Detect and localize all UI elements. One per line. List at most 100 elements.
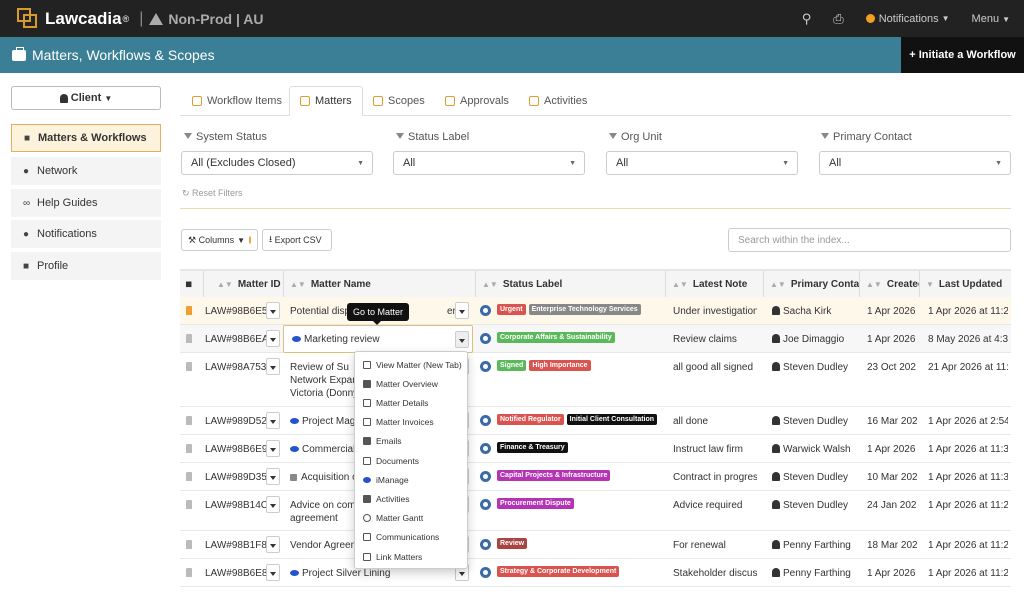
status-badge: Procurement Dispute bbox=[497, 498, 574, 509]
status-label-select[interactable]: All ▼ bbox=[393, 151, 585, 175]
menu-item-documents[interactable]: Documents bbox=[355, 451, 469, 470]
pin-icon[interactable] bbox=[186, 568, 192, 577]
column-header-latest-note[interactable]: ▲▼ Latest Note bbox=[666, 271, 764, 297]
sidebar-item-notifications[interactable]: ● Notifications bbox=[11, 220, 161, 248]
menu-item-matter-invoices[interactable]: Matter Invoices bbox=[355, 413, 469, 432]
matter-id-dropdown-button[interactable] bbox=[266, 358, 280, 375]
columns-button[interactable]: ⚒ Columns ▼ bbox=[181, 229, 258, 251]
gear-icon[interactable] bbox=[480, 333, 491, 344]
matter-name-text[interactable]: Marketing review bbox=[304, 334, 380, 345]
matter-name[interactable]: Potential disp bbox=[290, 305, 350, 318]
matter-name-line[interactable]: Network Expans bbox=[290, 374, 355, 387]
matter-name-line[interactable]: Victoria (Donnyb bbox=[290, 387, 355, 400]
gear-icon[interactable] bbox=[480, 415, 491, 426]
user-icon bbox=[59, 93, 68, 103]
sidebar-item-help-guides[interactable]: ∞ Help Guides bbox=[11, 189, 161, 217]
reset-filters-link[interactable]: ↻ Reset Filters bbox=[182, 188, 243, 199]
menu-item-matter-details[interactable]: Matter Details bbox=[355, 393, 469, 412]
pin-icon[interactable] bbox=[186, 540, 192, 549]
table-row[interactable]: LAW#98B14C Advice on commagreement Procure… bbox=[180, 491, 1011, 531]
matter-id-dropdown-button[interactable] bbox=[266, 536, 280, 553]
tab-matters[interactable]: Matters bbox=[289, 86, 363, 116]
org-unit-select[interactable]: All ▼ bbox=[606, 151, 798, 175]
matter-name[interactable]: Advice on comm bbox=[290, 499, 355, 512]
matter-name[interactable]: Review of Su bbox=[290, 361, 355, 374]
active-indicator bbox=[249, 236, 251, 244]
matter-id-dropdown-button[interactable] bbox=[266, 496, 280, 513]
column-header-status-label[interactable]: ▲▼ Status Label bbox=[476, 271, 666, 297]
tab-scopes[interactable]: Scopes bbox=[363, 86, 435, 116]
menu-item-link-matters[interactable]: Link Matters bbox=[355, 547, 469, 566]
matter-name[interactable]: Acquisition o bbox=[290, 471, 355, 484]
menu-item-activities[interactable]: Activities bbox=[355, 489, 469, 508]
pin-icon[interactable] bbox=[186, 500, 192, 509]
gear-icon[interactable] bbox=[480, 539, 491, 550]
menu-item-matter-overview[interactable]: Matter Overview bbox=[355, 374, 469, 393]
matter-name-cell-active[interactable]: Marketing review bbox=[283, 325, 473, 353]
index-search-input[interactable]: Search within the index... bbox=[728, 228, 1011, 252]
column-header-last-updated[interactable]: ▼ Last Updated bbox=[920, 271, 1011, 297]
pin-icon[interactable] bbox=[186, 416, 192, 425]
matter-id-dropdown-button[interactable] bbox=[266, 440, 280, 457]
matter-id-dropdown-button[interactable] bbox=[266, 468, 280, 485]
table-row[interactable]: LAW#989D52 Project Mage Notified Regulator… bbox=[180, 407, 1011, 435]
system-status-select[interactable]: All (Excludes Closed) ▼ bbox=[181, 151, 373, 175]
gear-icon[interactable] bbox=[480, 471, 491, 482]
pin-icon[interactable] bbox=[186, 444, 192, 453]
menu-item-imanage[interactable]: iManage bbox=[355, 470, 469, 489]
tab-activities[interactable]: Activities bbox=[519, 86, 597, 116]
main-menu[interactable]: Menu ▼ bbox=[972, 13, 1010, 25]
matter-name[interactable]: Vendor Agreem bbox=[290, 539, 355, 552]
menu-item-communications[interactable]: Communications bbox=[355, 528, 469, 547]
matter-id-dropdown-button[interactable] bbox=[266, 330, 280, 347]
status-badges: Corporate Affairs & Sustainability bbox=[497, 332, 615, 343]
pin-column-header[interactable]: ◾ bbox=[180, 271, 204, 297]
table-row[interactable]: LAW#98A753 Review of SuNetwork ExpansVict… bbox=[180, 353, 1011, 407]
column-header-primary-contact[interactable]: ▲▼Primary Contact bbox=[764, 271, 860, 297]
pin-icon[interactable] bbox=[186, 472, 192, 481]
matter-name[interactable]: Commercial bbox=[290, 443, 355, 456]
gear-icon[interactable] bbox=[480, 443, 491, 454]
gear-icon[interactable] bbox=[480, 305, 491, 316]
matter-name[interactable]: Project Mage bbox=[290, 415, 355, 428]
initiate-workflow-button[interactable]: + Initiate a Workflow bbox=[901, 37, 1024, 73]
row-actions-dropdown-button[interactable] bbox=[455, 302, 469, 319]
sort-icon: ▲▼ bbox=[866, 279, 882, 289]
notifications-menu[interactable]: Notifications ▼ bbox=[865, 13, 950, 25]
matter-id-dropdown-button[interactable] bbox=[266, 302, 280, 319]
matter-id-dropdown-button[interactable] bbox=[266, 412, 280, 429]
matter-name-line[interactable]: agreement bbox=[290, 512, 355, 525]
menu-item-emails[interactable]: Emails bbox=[355, 432, 469, 451]
pin-icon[interactable] bbox=[186, 362, 192, 371]
gear-icon[interactable] bbox=[480, 499, 491, 510]
pin-icon[interactable] bbox=[186, 306, 192, 315]
row-actions-dropdown-button[interactable] bbox=[455, 331, 469, 348]
column-header-created[interactable]: ▲▼Created a bbox=[860, 271, 920, 297]
sidebar-item-matters-workflows[interactable]: ■ Matters & Workflows bbox=[11, 124, 161, 152]
column-header-matter-id[interactable]: ▲▼ Matter ID bbox=[204, 271, 284, 297]
table-row[interactable]: LAW#98B6E8 Project Silver Lining Strategy … bbox=[180, 559, 1011, 587]
column-header-matter-name[interactable]: ▲▼ Matter Name bbox=[284, 271, 476, 297]
matter-id-dropdown-button[interactable] bbox=[266, 564, 280, 581]
menu-item-view-matter-new-tab[interactable]: View Matter (New Tab) bbox=[355, 355, 469, 374]
table-row[interactable]: LAW#98B1F8 Vendor Agreem Review For renewal… bbox=[180, 531, 1011, 559]
table-row[interactable]: LAW#989D35 Acquisition o Capital Projects … bbox=[180, 463, 1011, 491]
sidebar-item-profile[interactable]: ■ Profile bbox=[11, 252, 161, 280]
sidebar-item-network[interactable]: ● Network bbox=[11, 157, 161, 185]
primary-contact-select[interactable]: All ▼ bbox=[819, 151, 1011, 175]
tab-workflow-items[interactable]: Workflow Items bbox=[182, 86, 292, 116]
primary-contact: Steven Dudley bbox=[772, 415, 858, 428]
table-row[interactable]: LAW#98B6E9 Commercial Finance & Treasury In… bbox=[180, 435, 1011, 463]
globe-icon: ● bbox=[23, 165, 30, 177]
tab-approvals[interactable]: Approvals bbox=[435, 86, 519, 116]
export-csv-button[interactable]: ⭳ Export CSV bbox=[262, 229, 332, 251]
print-icon[interactable]: ⎙ bbox=[833, 11, 843, 27]
table-row[interactable]: LAW#98B6E5 Potential disp er Urgent Enterpri… bbox=[180, 297, 1011, 325]
pin-icon[interactable] bbox=[186, 334, 192, 343]
gear-icon[interactable] bbox=[480, 361, 491, 372]
menu-item-matter-gantt[interactable]: Matter Gantt bbox=[355, 509, 469, 528]
logo[interactable]: Lawcadia ® bbox=[17, 7, 129, 30]
client-dropdown[interactable]: Client ▼ bbox=[11, 86, 161, 110]
gear-icon[interactable] bbox=[480, 567, 491, 578]
search-icon[interactable]: ⚲ bbox=[802, 11, 812, 27]
